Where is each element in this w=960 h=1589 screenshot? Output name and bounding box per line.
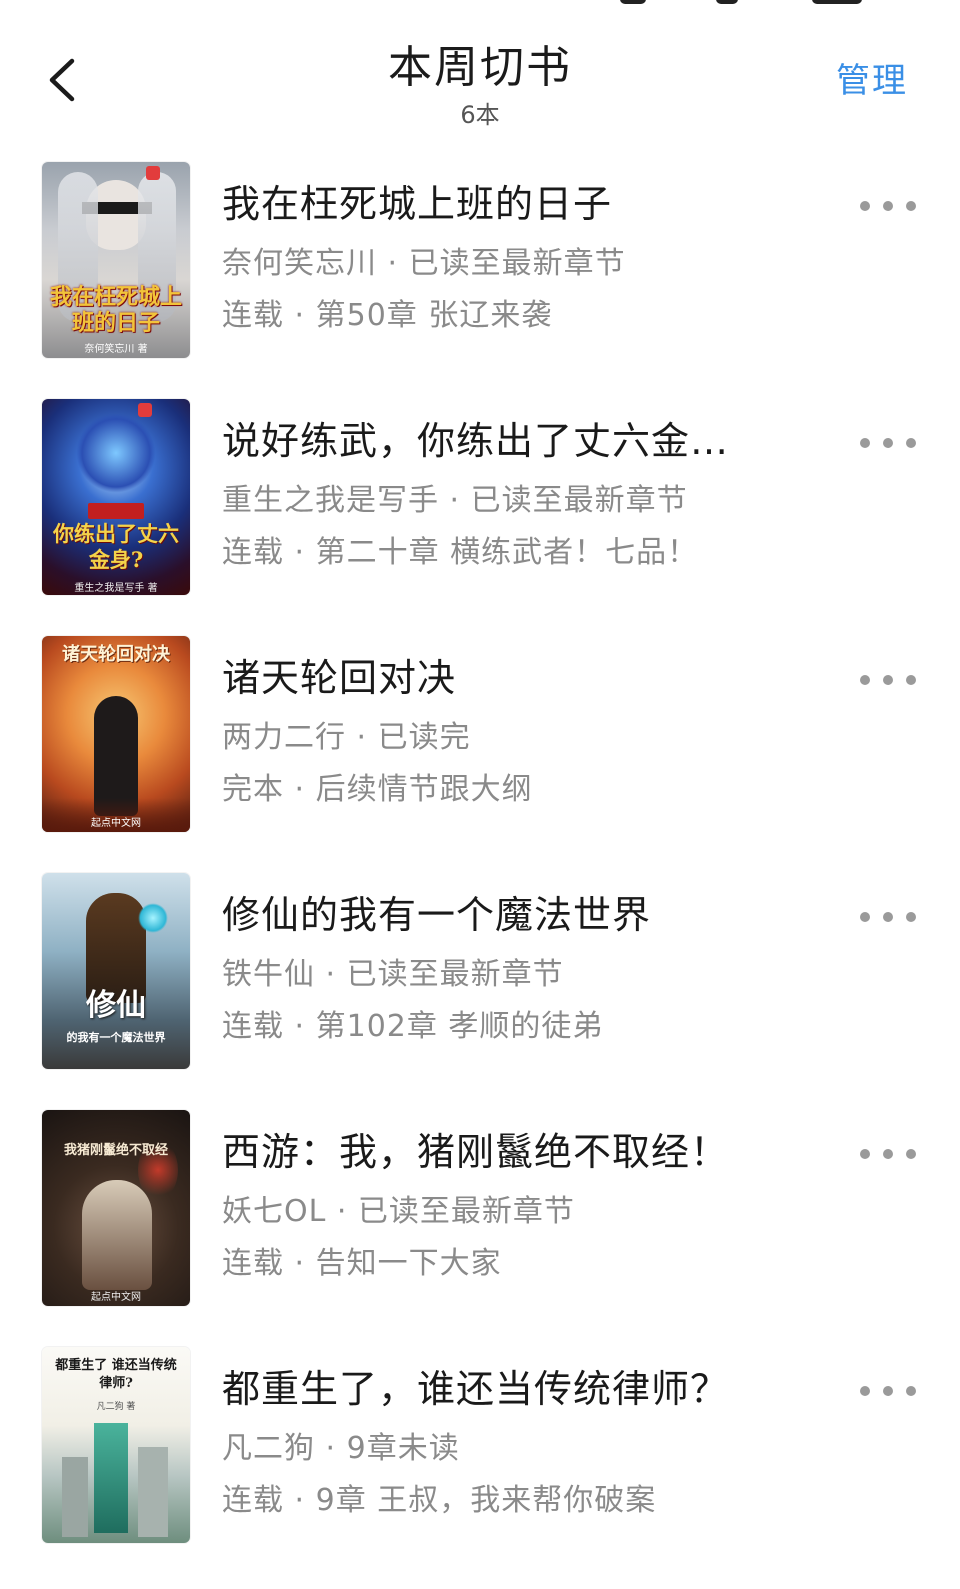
cover-title: 你练出了丈六金身? xyxy=(53,521,179,572)
book-meta: 两力二行 · 已读完 xyxy=(222,720,471,755)
more-horizontal-icon xyxy=(860,675,870,685)
more-button[interactable] xyxy=(860,1379,916,1403)
cover-title: 修仙 xyxy=(86,988,146,1023)
cover-author: 凡二狗 著 xyxy=(96,1402,136,1412)
more-button[interactable] xyxy=(860,905,916,929)
signal-icon xyxy=(620,0,646,4)
book-meta: 妖七OL · 已读至最新章节 xyxy=(222,1194,575,1229)
book-status: 连载 · 告知一下大家 xyxy=(222,1246,502,1281)
battery-icon xyxy=(812,0,862,4)
cover-author: 起点中文网 xyxy=(91,1292,141,1303)
title-block: 本周切书 6本 xyxy=(0,38,960,130)
status-bar xyxy=(0,0,960,12)
book-item[interactable]: 都重生了 谁还当传统律师? 凡二狗 著 都重生了，谁还当传统律师？ 凡二狗 · … xyxy=(0,1345,960,1582)
book-count: 6本 xyxy=(460,101,500,129)
more-dot xyxy=(906,438,916,448)
book-info: 修仙的我有一个魔法世界 铁牛仙 · 已读至最新章节 连载 · 第102章 孝顺的… xyxy=(222,889,842,1047)
more-dot xyxy=(906,1386,916,1396)
cover-title: 都重生了 谁还当传统律师? xyxy=(55,1358,177,1391)
book-item[interactable]: 我在枉死城上班的日子 奈何笑忘川 著 我在枉死城上班的日子 奈何笑忘川 · 已读… xyxy=(0,160,960,397)
cover-author: 的我有一个魔法世界 xyxy=(66,1031,166,1044)
cover-author: 起点中文网 xyxy=(91,818,141,829)
book-cover[interactable]: 修仙 的我有一个魔法世界 xyxy=(42,873,190,1069)
book-item[interactable]: 你练出了丈六金身? 重生之我是写手 著 说好练武，你练出了丈六金… 重生之我是写… xyxy=(0,397,960,634)
book-status: 连载 · 第50章 张辽来袭 xyxy=(222,298,553,333)
book-info: 诸天轮回对决 两力二行 · 已读完 完本 · 后续情节跟大纲 xyxy=(222,652,842,810)
book-cover[interactable]: 我在枉死城上班的日子 奈何笑忘川 著 xyxy=(42,162,190,358)
book-meta: 奈何笑忘川 · 已读至最新章节 xyxy=(222,246,626,281)
nav-header: 本周切书 6本 管理 xyxy=(0,30,960,140)
book-title: 修仙的我有一个魔法世界 xyxy=(222,893,652,937)
book-title: 西游：我，猪刚鬣绝不取经！ xyxy=(222,1130,730,1174)
more-dot xyxy=(883,912,893,922)
book-info: 说好练武，你练出了丈六金… 重生之我是写手 · 已读至最新章节 连载 · 第二十… xyxy=(222,415,842,573)
cover-author: 重生之我是写手 著 xyxy=(74,583,158,594)
more-button[interactable] xyxy=(860,1142,916,1166)
cover-title: 我在枉死城上班的日子 xyxy=(49,284,182,336)
more-horizontal-icon xyxy=(860,201,870,211)
book-meta: 凡二狗 · 9章未读 xyxy=(222,1431,460,1466)
book-title: 诸天轮回对决 xyxy=(222,656,457,700)
cover-title: 我猪刚鬣绝不取经 xyxy=(63,1143,168,1158)
book-meta: 重生之我是写手 · 已读至最新章节 xyxy=(222,483,688,518)
book-meta: 铁牛仙 · 已读至最新章节 xyxy=(222,957,564,992)
more-dot xyxy=(906,1149,916,1159)
cover-author: 奈何笑忘川 著 xyxy=(84,344,148,355)
book-info: 西游：我，猪刚鬣绝不取经！ 妖七OL · 已读至最新章节 连载 · 告知一下大家 xyxy=(222,1126,842,1284)
book-status: 完本 · 后续情节跟大纲 xyxy=(222,772,533,807)
more-button[interactable] xyxy=(860,431,916,455)
book-cover[interactable]: 诸天轮回对决 起点中文网 xyxy=(42,636,190,832)
more-horizontal-icon xyxy=(860,1386,870,1396)
book-title: 说好练武，你练出了丈六金… xyxy=(222,419,730,463)
wifi-icon xyxy=(716,0,738,4)
book-status: 连载 · 第二十章 横练武者！七品！ xyxy=(222,535,699,570)
book-cover[interactable]: 都重生了 谁还当传统律师? 凡二狗 著 xyxy=(42,1347,190,1543)
book-title: 我在枉死城上班的日子 xyxy=(222,182,613,226)
more-button[interactable] xyxy=(860,194,916,218)
more-dot xyxy=(906,201,916,211)
book-item[interactable]: 诸天轮回对决 起点中文网 诸天轮回对决 两力二行 · 已读完 完本 · 后续情节… xyxy=(0,634,960,871)
book-item[interactable]: 修仙 的我有一个魔法世界 修仙的我有一个魔法世界 铁牛仙 · 已读至最新章节 连… xyxy=(0,871,960,1108)
more-dot xyxy=(883,201,893,211)
page-title: 本周切书 xyxy=(388,42,572,93)
book-info: 我在枉死城上班的日子 奈何笑忘川 · 已读至最新章节 连载 · 第50章 张辽来… xyxy=(222,178,842,336)
book-cover[interactable]: 你练出了丈六金身? 重生之我是写手 著 xyxy=(42,399,190,595)
book-status: 连载 · 9章 王叔，我来帮你破案 xyxy=(222,1483,657,1518)
book-list: 我在枉死城上班的日子 奈何笑忘川 著 我在枉死城上班的日子 奈何笑忘川 · 已读… xyxy=(0,160,960,1582)
more-button[interactable] xyxy=(860,668,916,692)
more-dot xyxy=(883,1386,893,1396)
book-info: 都重生了，谁还当传统律师？ 凡二狗 · 9章未读 连载 · 9章 王叔，我来帮你… xyxy=(222,1363,842,1521)
book-cover[interactable]: 我猪刚鬣绝不取经 起点中文网 xyxy=(42,1110,190,1306)
more-dot xyxy=(906,675,916,685)
more-horizontal-icon xyxy=(860,912,870,922)
more-horizontal-icon xyxy=(860,1149,870,1159)
more-horizontal-icon xyxy=(860,438,870,448)
book-status: 连载 · 第102章 孝顺的徒弟 xyxy=(222,1009,604,1044)
more-dot xyxy=(883,1149,893,1159)
book-title: 都重生了，谁还当传统律师？ xyxy=(222,1367,730,1411)
more-dot xyxy=(883,675,893,685)
book-item[interactable]: 我猪刚鬣绝不取经 起点中文网 西游：我，猪刚鬣绝不取经！ 妖七OL · 已读至最… xyxy=(0,1108,960,1345)
cover-title: 诸天轮回对决 xyxy=(62,644,170,665)
manage-button[interactable]: 管理 xyxy=(836,58,908,104)
more-dot xyxy=(906,912,916,922)
more-dot xyxy=(883,438,893,448)
